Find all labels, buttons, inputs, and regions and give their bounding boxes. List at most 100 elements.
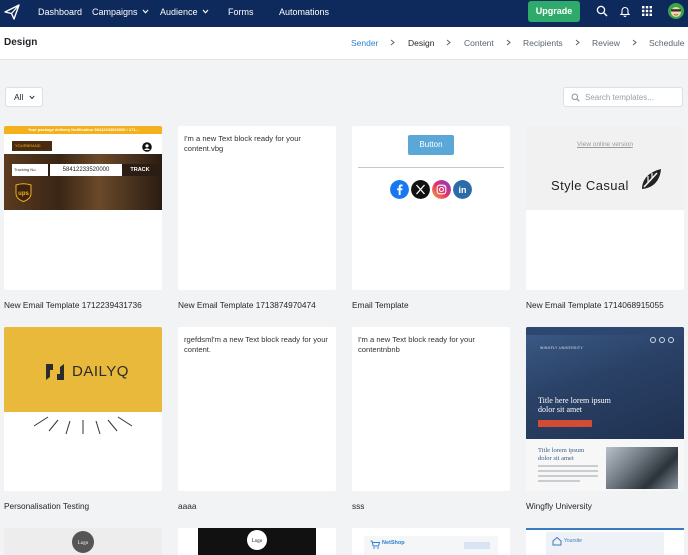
nav-automations[interactable]: Automations — [279, 6, 329, 18]
wizard-header: Design Sender Design Content Recipients … — [0, 27, 688, 60]
preview-text-block: I'm a new Text block ready for your cont… — [358, 335, 475, 354]
step-schedule[interactable]: Schedule — [649, 38, 684, 48]
logo-circle-icon: Logo — [247, 530, 267, 550]
template-name[interactable]: aaaa — [178, 501, 196, 511]
template-name[interactable]: New Email Template 1712239431736 — [4, 300, 142, 310]
step-sender[interactable]: Sender — [351, 38, 378, 48]
preview-tracking-row: Tracking No. 58412233520000 TRACK — [12, 164, 160, 176]
template-card[interactable]: Yoursite — [526, 528, 684, 555]
linkedin-icon — [668, 337, 674, 343]
category-filter-value: All — [14, 92, 24, 102]
template-card[interactable]: I'm a new Text block ready for your cont… — [352, 327, 510, 491]
chevron-down-icon — [142, 9, 148, 14]
house-icon — [552, 536, 562, 546]
template-card[interactable]: WINGFLY UNIVERSITY Title here lorem ipsu… — [526, 327, 684, 491]
dailyq-logo-icon — [46, 364, 64, 380]
top-nav: Dashboard Campaigns Audience Forms Autom… — [0, 0, 688, 27]
search-icon[interactable] — [596, 5, 608, 17]
preview-text-block: I'm a new Text block ready for your cont… — [184, 134, 301, 153]
template-card[interactable]: Logo — [178, 528, 336, 555]
template-card[interactable]: I'm a new Text block ready for your cont… — [178, 126, 336, 290]
nav-audience-label: Audience — [160, 7, 198, 17]
leaf-logo-icon — [642, 169, 661, 189]
preview-banner-text: Your package delivery Notification 58412… — [28, 127, 139, 132]
template-card[interactable]: DAILYQ — [4, 327, 162, 491]
apps-grid-icon[interactable] — [641, 5, 653, 17]
x-icon — [411, 180, 430, 199]
nav-dashboard[interactable]: Dashboard — [38, 6, 82, 18]
bell-icon[interactable] — [619, 5, 631, 17]
nav-campaigns[interactable]: Campaigns — [92, 6, 149, 18]
template-name[interactable]: New Email Template 1714068915055 — [526, 300, 664, 310]
upgrade-button[interactable]: Upgrade — [528, 1, 580, 22]
preview-brand: Yoursite — [564, 538, 582, 544]
nav-campaigns-label: Campaigns — [92, 7, 138, 17]
facebook-icon — [390, 180, 409, 199]
preview-logo-label: Logo — [78, 541, 89, 546]
avatar-face-icon — [671, 7, 681, 17]
preview-section: Title lorem ipsum dolor sit amet — [526, 439, 684, 491]
step-recipients[interactable]: Recipients — [523, 38, 563, 48]
preview-brand-title: DAILYQ — [72, 363, 129, 380]
template-card[interactable]: NetShop — [352, 528, 510, 555]
preview-section-title: Title lorem ipsum dolor sit amet — [538, 447, 585, 462]
template-card[interactable]: rgefdsml'm a new Text block ready for yo… — [178, 327, 336, 491]
chevron-right-icon — [575, 39, 580, 46]
template-card[interactable]: Logo — [4, 528, 162, 555]
preview-tracking-number: 58412233520000 — [50, 164, 122, 176]
page-title: Design — [4, 37, 38, 48]
paper-plane-logo-icon[interactable] — [3, 3, 21, 21]
template-name[interactable]: Wingfly University — [526, 501, 592, 511]
template-name[interactable]: Personalisation Testing — [4, 501, 89, 511]
cart-icon — [370, 540, 380, 549]
svg-text:in: in — [459, 185, 467, 195]
template-name[interactable]: Email Template — [352, 300, 409, 310]
preview-logo-label: Logo — [252, 539, 263, 544]
preview-brand-title: Style Casual — [551, 178, 629, 193]
preview-body-lines — [538, 465, 598, 485]
preview-logo: YOURBRAND — [12, 141, 52, 151]
step-review[interactable]: Review — [592, 38, 620, 48]
template-search[interactable] — [563, 87, 683, 107]
preview-brand: NetShop — [382, 540, 405, 546]
step-content[interactable]: Content — [464, 38, 494, 48]
preview-top-bar — [526, 528, 684, 530]
preview-button: Button — [408, 135, 454, 155]
preview-tracking-label: Tracking No. — [12, 164, 48, 176]
x-icon — [659, 337, 665, 343]
template-name[interactable]: sss — [352, 501, 364, 511]
logo-circle-icon: Logo — [72, 531, 94, 553]
preview-track-button: TRACK — [130, 167, 150, 173]
template-card[interactable]: Your package delivery Notification 58412… — [4, 126, 162, 290]
template-card[interactable]: Button in — [352, 126, 510, 290]
chevron-down-icon — [29, 95, 35, 100]
user-circle-icon — [142, 142, 152, 152]
preview-top-bar — [526, 327, 684, 335]
preview-nav-button — [464, 542, 490, 549]
preview-brand: WINGFLY UNIVERSITY — [540, 346, 583, 350]
svg-text:ups: ups — [18, 191, 29, 197]
preview-hero-title: Title here lorem ipsum dolor sit amet — [538, 396, 611, 414]
chevron-right-icon — [446, 39, 451, 46]
template-card[interactable]: View online version Style Casual — [526, 126, 684, 290]
preview-banner: Your package delivery Notification 58412… — [4, 126, 162, 134]
nav-dashboard-label: Dashboard — [38, 7, 83, 17]
chevron-right-icon — [506, 39, 511, 46]
linkedin-icon: in — [453, 180, 472, 199]
preview-cta-button — [538, 420, 592, 427]
search-templates-input[interactable] — [585, 91, 680, 104]
preview-text-block: rgefdsml'm a new Text block ready for yo… — [184, 335, 328, 354]
nav-forms[interactable]: Forms — [228, 6, 254, 18]
preview-rays-decoration — [33, 416, 133, 435]
nav-audience[interactable]: Audience — [160, 6, 209, 18]
category-filter-select[interactable]: All — [5, 87, 43, 107]
step-design[interactable]: Design — [408, 38, 434, 48]
instagram-icon — [432, 180, 451, 199]
preview-logo-text: YOURBRAND — [15, 143, 41, 148]
preview-view-online-link: View online version — [577, 141, 633, 148]
ups-shield-logo-icon: ups — [15, 183, 32, 202]
facebook-icon — [650, 337, 656, 343]
chevron-down-icon — [202, 9, 208, 14]
template-name[interactable]: New Email Template 1713874970474 — [178, 300, 316, 310]
avatar[interactable] — [668, 3, 684, 19]
